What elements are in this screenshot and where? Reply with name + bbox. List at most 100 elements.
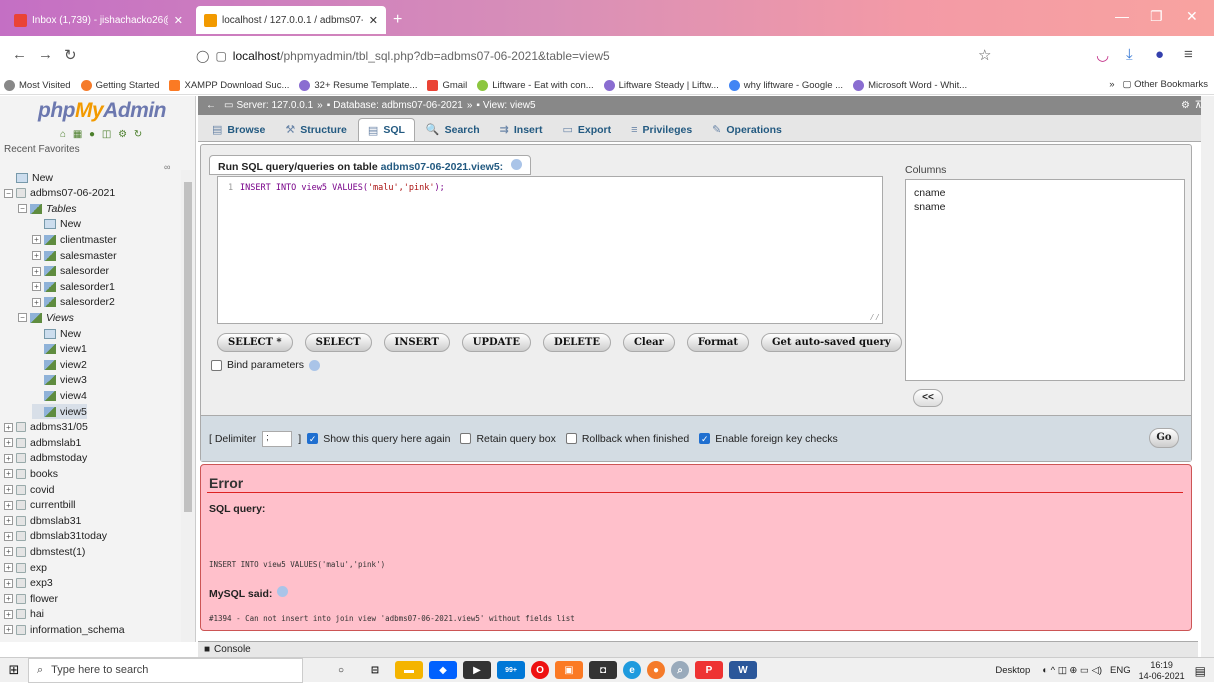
bookmark-item[interactable]: Gmail (427, 79, 467, 91)
menu-icon[interactable]: ≡ (1184, 46, 1193, 63)
firefox-icon[interactable]: ● (647, 661, 665, 679)
expand-icon[interactable]: + (4, 578, 13, 588)
breadcrumb-view[interactable]: View: view5 (483, 100, 536, 111)
xampp-icon[interactable]: ▣ (555, 661, 583, 679)
insert-column-button[interactable]: << (913, 389, 943, 407)
forward-arrow-icon[interactable]: → (38, 46, 53, 63)
tree-item[interactable]: + flower (4, 591, 58, 606)
collapse-icon[interactable]: − (18, 313, 27, 323)
checkbox-checked[interactable]: ✓ (699, 433, 711, 444)
bind-parameters[interactable]: Bind parameters (211, 359, 321, 371)
bind-parameters-checkbox[interactable] (211, 359, 222, 371)
query-option[interactable]: ✓ Show this query here again (307, 433, 450, 445)
tree-item[interactable]: view1 (32, 342, 87, 357)
bookmark-item[interactable]: Microsoft Word - Whit... (853, 79, 967, 91)
tree-item[interactable]: + hai (4, 607, 44, 622)
sql-editor[interactable]: 1 INSERT INTO view5 VALUES('malu','pink'… (217, 176, 883, 324)
url-bar[interactable]: ◯ ▢ localhost /phpmyadmin/tbl_sql.php?db… (188, 42, 1000, 70)
expand-icon[interactable]: + (4, 609, 13, 619)
bookmark-item[interactable]: Getting Started (80, 79, 159, 91)
word-icon[interactable]: W (729, 661, 757, 679)
tree-item[interactable]: + clientmaster (32, 232, 117, 247)
tab-operations[interactable]: ✎ Operations (703, 118, 791, 141)
other-bookmarks[interactable]: » ▢ Other Bookmarks (1109, 79, 1208, 90)
edge-icon[interactable]: e (623, 661, 641, 679)
restore-icon[interactable]: ❐ (1150, 8, 1163, 25)
help-icon[interactable] (277, 586, 289, 597)
notification-icons[interactable]: ◐ ^ ◫ ⊕ ▭ ◁) (1042, 665, 1102, 676)
console-bar[interactable]: ■ Console (198, 641, 1198, 657)
help-icon[interactable] (309, 359, 321, 371)
scrollbar-thumb[interactable] (184, 182, 192, 512)
cortana-icon[interactable]: ○ (327, 661, 355, 679)
query-button-select[interactable]: SELECT (304, 333, 372, 352)
notification-center-icon[interactable]: ▤ (1195, 664, 1206, 678)
clock[interactable]: 16:19 14-06-2021 (1139, 660, 1185, 682)
collapse-icon[interactable]: ← (206, 100, 216, 111)
bookmark-item[interactable]: Most Visited (4, 79, 71, 91)
expand-icon[interactable]: + (4, 547, 13, 557)
main-scrollbar[interactable] (1201, 96, 1214, 657)
tree-item[interactable]: New (32, 326, 81, 341)
go-button[interactable]: Go (1149, 428, 1179, 448)
store-icon[interactable]: ◘ (589, 661, 617, 679)
task-view-icon[interactable]: ⊟ (361, 661, 389, 679)
bookmark-item[interactable]: Liftware - Eat with con... (477, 79, 594, 91)
tree-item[interactable]: + exp3 (4, 576, 53, 591)
tree-item[interactable]: + salesorder1 (32, 279, 115, 294)
tree-item[interactable]: + adbmstoday (4, 451, 87, 466)
settings-icon[interactable]: ⚙ (1181, 100, 1190, 111)
expand-icon[interactable]: + (32, 251, 41, 260)
expand-icon[interactable]: + (4, 453, 13, 463)
pocket-icon[interactable]: ◡ (1096, 46, 1109, 64)
language-indicator[interactable]: ENG (1110, 665, 1131, 676)
tree-item[interactable]: + adbmslab1 (4, 435, 81, 450)
query-button-get-auto-saved-query[interactable]: Get auto-saved query (761, 333, 902, 352)
collapse-icon[interactable]: − (4, 188, 13, 198)
tab-gmail[interactable]: Inbox (1,739) - jishachacko26@ ✕ (6, 6, 191, 34)
new-tab-button[interactable]: + (393, 11, 402, 29)
checkbox-unchecked[interactable] (565, 433, 577, 444)
expand-icon[interactable]: + (4, 438, 13, 448)
tab-privileges[interactable]: ≡ Privileges (622, 118, 701, 141)
expand-icon[interactable]: + (32, 266, 41, 276)
resize-handle-icon[interactable]: ⁄⁄ (869, 313, 880, 323)
query-button-delete[interactable]: DELETE (542, 333, 611, 352)
breadcrumb-server[interactable]: Server: 127.0.0.1 (236, 100, 313, 111)
tree-item[interactable]: + information_schema (4, 622, 125, 637)
checkbox-checked[interactable]: ✓ (307, 433, 319, 444)
column-option[interactable]: sname (914, 200, 1176, 214)
bookmark-item[interactable]: why liftware - Google ... (728, 79, 843, 91)
expand-icon[interactable]: + (32, 297, 41, 307)
query-option[interactable]: Retain query box (460, 433, 556, 445)
tree-item[interactable]: + salesmaster (32, 248, 117, 263)
close-icon[interactable]: ✕ (369, 14, 378, 27)
bookmark-star-icon[interactable]: ☆ (978, 46, 991, 64)
reload-icon[interactable]: ↻ (64, 46, 77, 64)
query-table-name[interactable]: adbms07-06-2021.view5: (381, 161, 504, 173)
tree-item[interactable]: New (4, 170, 53, 185)
query-button-format[interactable]: Format (686, 333, 750, 352)
expand-icon[interactable]: + (4, 485, 13, 494)
search-app-icon[interactable]: ⌕ (671, 661, 689, 679)
expand-icon[interactable]: + (32, 235, 41, 245)
expand-icon[interactable]: + (4, 531, 13, 541)
close-icon[interactable]: ✕ (174, 14, 183, 27)
pdf-icon[interactable]: P (695, 661, 723, 679)
phpmyadmin-logo[interactable]: phpMyAdmin (38, 99, 166, 123)
tab-insert[interactable]: ⇉ Insert (491, 118, 552, 141)
tab-structure[interactable]: ⚒ Structure (276, 118, 356, 141)
expand-icon[interactable]: + (4, 594, 13, 604)
tab-phpmyadmin[interactable]: localhost / 127.0.0.1 / adbms07- ✕ (196, 6, 386, 34)
tree-item[interactable]: + dbmslab31today (4, 529, 107, 544)
minimize-icon[interactable]: — (1115, 8, 1129, 24)
taskbar-search[interactable]: ⌕ Type here to search (28, 657, 303, 683)
expand-icon[interactable]: + (4, 516, 13, 526)
tree-item[interactable]: view5 (32, 404, 87, 419)
bookmark-item[interactable]: XAMPP Download Suc... (169, 79, 289, 91)
tree-item[interactable]: + covid (4, 482, 55, 497)
bookmark-item[interactable]: Liftware Steady | Liftw... (603, 79, 719, 91)
tree-item[interactable]: view2 (32, 357, 87, 372)
tree-item[interactable]: − Tables (18, 201, 77, 216)
delimiter-input[interactable]: ; (262, 430, 293, 447)
